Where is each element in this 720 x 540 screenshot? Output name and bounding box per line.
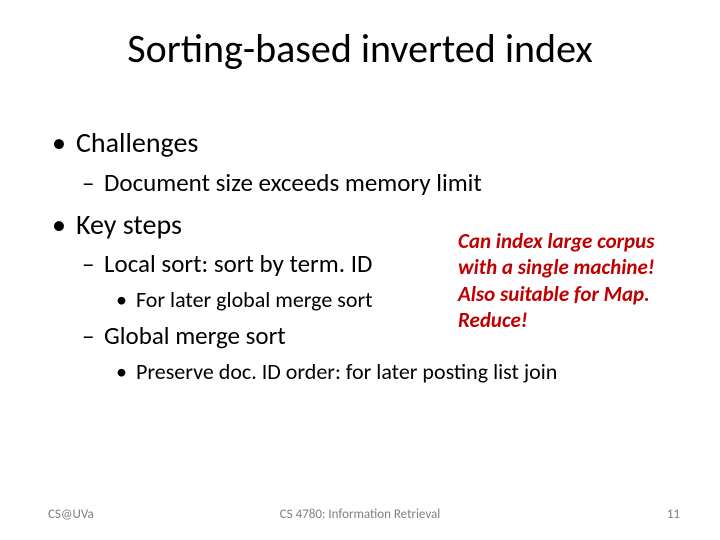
slide: Sorting-based inverted index Challenges …	[0, 0, 720, 540]
footer-center: CS 4780: Information Retrieval	[0, 507, 720, 522]
bullet-doc-size: Document size exceeds memory limit	[48, 166, 680, 200]
callout-text: Can index large corpus with a single mac…	[458, 228, 688, 333]
footer-page-number: 11	[667, 507, 680, 522]
slide-title: Sorting-based inverted index	[0, 24, 720, 73]
bullet-challenges: Challenges	[48, 124, 680, 162]
bullet-preserve-docid: Preserve doc. ID order: for later postin…	[48, 357, 680, 387]
